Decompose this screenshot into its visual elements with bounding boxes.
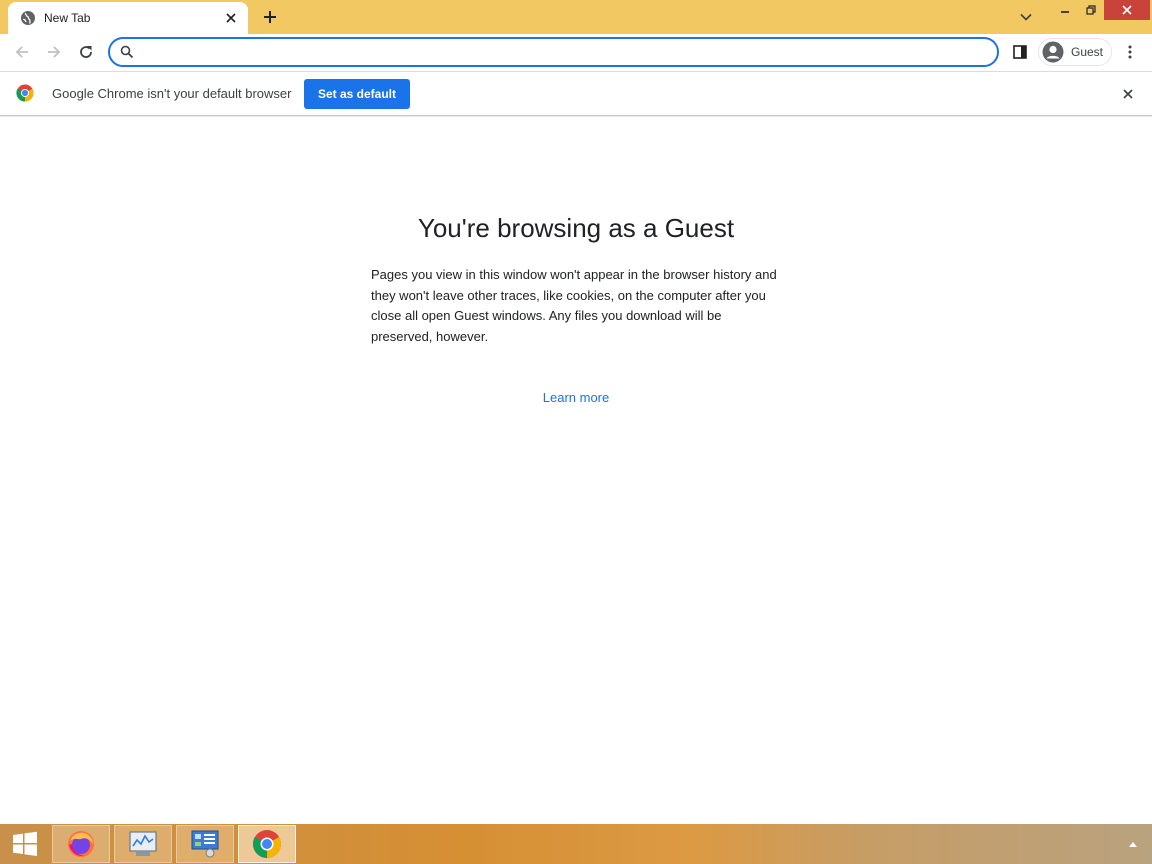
arrow-right-icon — [48, 46, 61, 58]
minimize-icon — [1061, 11, 1069, 13]
infobar-close-button[interactable] — [1118, 84, 1138, 104]
chevron-up-icon — [1129, 842, 1137, 847]
close-tab-icon[interactable] — [222, 9, 240, 27]
reload-button[interactable] — [74, 40, 98, 64]
taskbar-control-panel[interactable] — [176, 825, 234, 863]
profile-label: Guest — [1071, 45, 1104, 59]
page-title: You're browsing as a Guest — [417, 213, 735, 243]
taskbar — [0, 824, 1152, 864]
profile-button[interactable]: Guest — [1038, 38, 1112, 66]
back-button[interactable] — [10, 40, 34, 64]
address-bar[interactable] — [108, 37, 999, 67]
side-panel-icon — [1013, 45, 1027, 59]
taskbar-firefox[interactable] — [52, 825, 110, 863]
guest-description: Pages you view in this window won't appe… — [371, 267, 777, 344]
infobar-message: Google Chrome isn't your default browser — [52, 86, 292, 101]
arrow-left-icon — [15, 46, 28, 58]
forward-button[interactable] — [42, 40, 66, 64]
taskbar-chrome[interactable] — [238, 825, 296, 863]
control-panel-icon — [191, 830, 219, 858]
restore-icon — [1086, 5, 1096, 15]
system-monitor-icon — [129, 831, 157, 856]
title-bar: New Tab — [0, 0, 1152, 34]
tab-title: New Tab — [44, 11, 91, 25]
firefox-icon — [68, 831, 94, 857]
default-browser-infobar: Google Chrome isn't your default browser… — [0, 71, 1152, 116]
guest-page: You're browsing as a Guest Pages you vie… — [0, 117, 1152, 824]
globe-icon — [20, 10, 36, 26]
address-input[interactable] — [142, 41, 982, 63]
close-icon — [1123, 89, 1133, 99]
chevron-down-icon — [1020, 13, 1032, 21]
learn-more-link[interactable]: Learn more — [543, 390, 609, 405]
windows-logo-icon — [13, 831, 37, 856]
start-button[interactable] — [0, 824, 50, 864]
learn-more-row: Learn more — [0, 390, 1152, 405]
chrome-icon — [253, 830, 281, 858]
plus-icon — [264, 11, 276, 23]
avatar-icon — [1042, 41, 1064, 63]
close-icon — [1122, 5, 1132, 15]
taskbar-system-monitor[interactable] — [114, 825, 172, 863]
more-vertical-icon — [1128, 45, 1132, 59]
show-hidden-icons-button[interactable] — [1126, 838, 1140, 850]
browser-toolbar: Guest — [0, 34, 1152, 71]
reload-icon — [80, 46, 92, 58]
menu-button[interactable] — [1120, 40, 1140, 64]
side-panel-button[interactable] — [1008, 40, 1032, 64]
tab-new-tab[interactable]: New Tab — [8, 2, 248, 34]
tab-search-button[interactable] — [1014, 6, 1038, 28]
close-window-button[interactable] — [1104, 0, 1150, 20]
minimize-button[interactable] — [1052, 0, 1078, 20]
search-icon — [120, 45, 134, 59]
restore-button[interactable] — [1078, 0, 1104, 20]
chrome-logo-icon — [16, 84, 34, 102]
new-tab-button[interactable] — [258, 6, 282, 28]
set-as-default-button[interactable]: Set as default — [304, 79, 410, 109]
